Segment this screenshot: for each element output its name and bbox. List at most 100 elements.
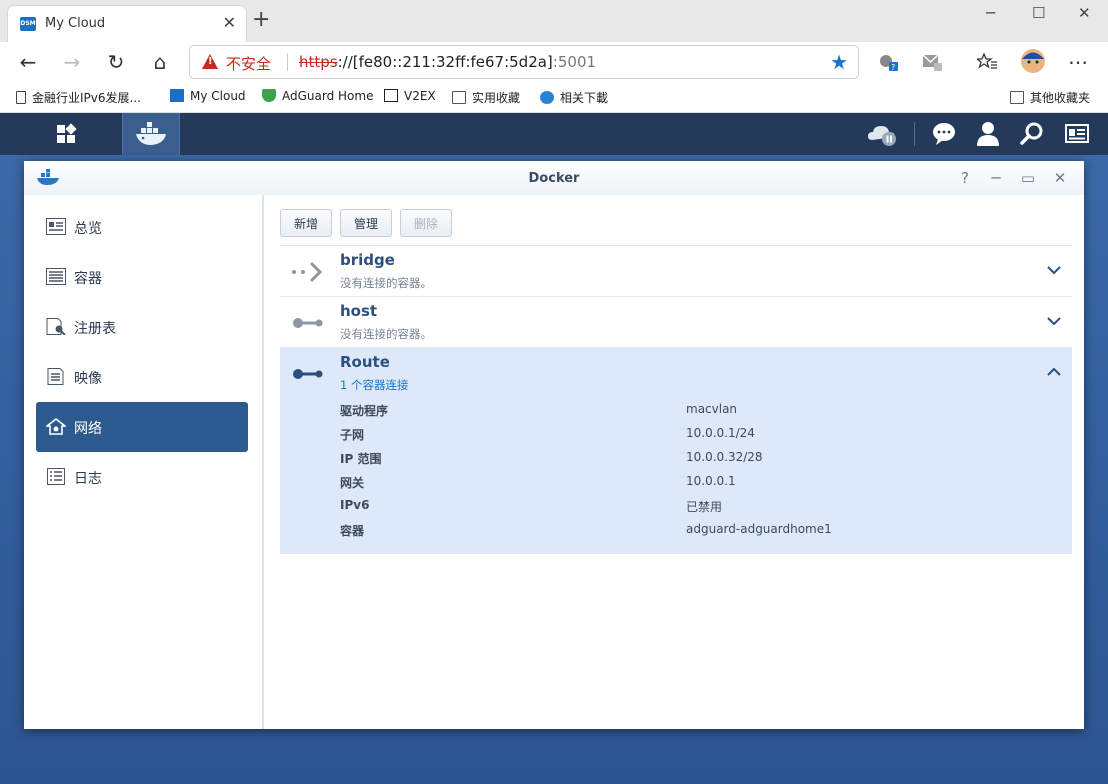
search-icon: [1020, 122, 1043, 145]
delete-button[interactable]: 删除: [400, 209, 453, 237]
widgets-card-icon: [1065, 124, 1089, 143]
forward-arrow-icon[interactable]: →: [60, 50, 84, 74]
adguard-shield-icon: [262, 89, 276, 102]
bookmark-label: My Cloud: [190, 89, 246, 103]
page-icon: [16, 91, 26, 104]
manage-button[interactable]: 管理: [340, 209, 393, 237]
taskbar-divider: [914, 122, 915, 146]
minimize-icon[interactable]: ─: [985, 167, 1007, 189]
window-titlebar[interactable]: Docker ? ─ ▭ ✕: [24, 161, 1084, 195]
new-tab-button[interactable]: +: [252, 8, 270, 32]
detail-value: 已禁用: [686, 500, 723, 514]
chat-bubble-icon: [933, 123, 955, 145]
tab-title: My Cloud: [45, 16, 106, 31]
favorites-list-icon[interactable]: [977, 53, 997, 71]
close-icon[interactable]: ✕: [1049, 167, 1071, 189]
widgets-button[interactable]: [1054, 113, 1098, 155]
url-protocol: https: [299, 53, 338, 71]
main-menu-button[interactable]: [40, 113, 96, 155]
bookmark-label: 相关下載: [560, 91, 609, 105]
home-icon[interactable]: ⌂: [148, 50, 172, 74]
bookmark-item[interactable]: 金融行业IPv6发展...: [16, 89, 141, 106]
bookmark-label: AdGuard Home: [282, 89, 374, 103]
network-panel: 新增 管理 删除 bridge 没有连接的容器。 host 没有连接的容器。 R…: [280, 195, 1072, 729]
close-tab-icon[interactable]: ✕: [223, 13, 236, 32]
window-body: 总览 容器 注册表 映像 网络 日志 新增 管理 删除 bridge 没有连接的…: [24, 195, 1084, 729]
bookmark-item[interactable]: AdGuard Home: [262, 89, 373, 103]
network-status: 没有连接的容器。: [340, 276, 432, 290]
main-menu-icon: [57, 123, 77, 143]
connected-containers-link[interactable]: 1 个容器连接: [340, 377, 408, 393]
add-button[interactable]: 新增: [280, 209, 333, 237]
network-row-bridge[interactable]: bridge 没有连接的容器。: [280, 245, 1072, 296]
host-network-icon: [293, 318, 323, 328]
favorite-star-icon[interactable]: ★: [830, 50, 848, 74]
other-bookmarks[interactable]: 其他收藏夹: [1010, 89, 1090, 106]
help-icon[interactable]: ?: [954, 167, 976, 189]
sidebar-item-label: 映像: [74, 371, 102, 387]
bookmark-label: V2EX: [404, 89, 436, 103]
folder-icon: [1010, 91, 1024, 104]
search-icon: [540, 91, 554, 104]
bookmark-item[interactable]: V2EX: [384, 89, 436, 103]
user-icon: [977, 122, 999, 146]
browser-tab[interactable]: DSM My Cloud ✕: [8, 6, 246, 42]
bridge-network-icon: [292, 261, 323, 283]
sidebar-item-overview[interactable]: 总览: [36, 202, 248, 252]
network-name: bridge: [340, 251, 395, 269]
dsm-desktop: Docker ? ─ ▭ ✕ 总览 容器 注册表 映像 网络 日志 新增 管理 …: [0, 113, 1108, 784]
sidebar-item-label: 网络: [74, 421, 102, 437]
detail-value: 10.0.0.32/28: [686, 450, 763, 464]
minimize-window-icon[interactable]: ─: [986, 4, 995, 22]
registry-icon: [46, 318, 66, 335]
profile-avatar[interactable]: [1020, 48, 1046, 74]
search-button[interactable]: [1010, 113, 1054, 155]
cloud-pause-icon: [868, 126, 896, 146]
chevron-down-icon[interactable]: [1044, 260, 1064, 280]
sidebar-item-network[interactable]: 网络: [36, 402, 248, 452]
sidebar-item-log[interactable]: 日志: [36, 452, 248, 502]
detail-key: 网关: [340, 476, 365, 490]
browser-tab-strip: DSM My Cloud ✕ + ─ ☐ ✕: [0, 0, 1108, 42]
detail-key: 子网: [340, 428, 365, 442]
sidebar-item-container[interactable]: 容器: [36, 252, 248, 302]
dsm-taskbar: [0, 113, 1108, 155]
detail-value: macvlan: [686, 402, 738, 416]
mail-extension-icon[interactable]: [922, 53, 942, 71]
close-window-icon[interactable]: ✕: [1078, 4, 1091, 22]
network-name: host: [340, 302, 378, 320]
network-status: 没有连接的容器。: [340, 327, 432, 341]
network-row-host[interactable]: host 没有连接的容器。: [280, 296, 1072, 347]
network-row-route[interactable]: Route 1 个容器连接 驱动程序 macvlan 子网 10.0.0.1/2…: [280, 347, 1072, 554]
maximize-icon[interactable]: ▭: [1017, 167, 1039, 189]
detail-key: IPv6: [340, 498, 370, 512]
maximize-window-icon[interactable]: ☐: [1032, 4, 1045, 22]
bookmark-item[interactable]: 相关下載: [540, 89, 608, 106]
detail-value: 10.0.0.1/24: [686, 426, 755, 440]
detail-key: 驱动程序: [340, 404, 389, 418]
extension-icon[interactable]: ?: [878, 53, 898, 71]
detail-key: 容器: [340, 524, 365, 538]
backup-status-button[interactable]: [862, 113, 906, 155]
chevron-up-icon[interactable]: [1044, 362, 1064, 382]
folder-icon: [452, 91, 466, 104]
warning-icon: [202, 54, 218, 69]
browser-toolbar: ← → ↻ ⌂ 不安全 https://[fe80::211:32ff:fe67…: [0, 42, 1108, 82]
sidebar-item-label: 日志: [74, 471, 102, 487]
more-menu-icon[interactable]: ⋯: [1066, 50, 1090, 74]
back-arrow-icon[interactable]: ←: [16, 50, 40, 74]
bookmark-item[interactable]: 实用收藏: [452, 89, 520, 106]
docker-whale-icon: [136, 122, 166, 145]
detail-key: IP 范围: [340, 452, 382, 466]
chevron-down-icon[interactable]: [1044, 311, 1064, 331]
sidebar-item-image[interactable]: 映像: [36, 352, 248, 402]
container-icon: [46, 268, 66, 285]
bookmark-item[interactable]: My Cloud: [170, 89, 246, 103]
user-menu-button[interactable]: [966, 113, 1010, 155]
address-bar[interactable]: 不安全 https://[fe80::211:32ff:fe67:5d2a]:5…: [190, 46, 858, 78]
notifications-button[interactable]: [922, 113, 966, 155]
sidebar-item-registry[interactable]: 注册表: [36, 302, 248, 352]
docker-taskbar-button[interactable]: [122, 113, 180, 155]
network-name: Route: [340, 353, 390, 371]
refresh-icon[interactable]: ↻: [104, 50, 128, 74]
